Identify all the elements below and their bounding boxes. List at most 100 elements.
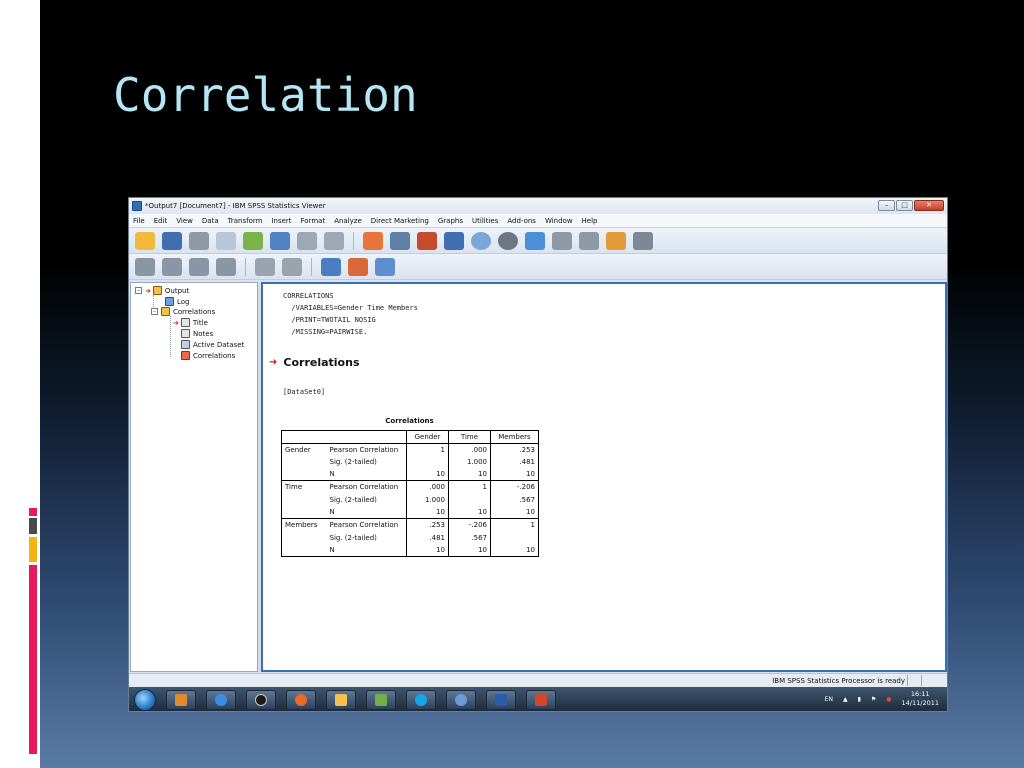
recall-dialog-icon[interactable]	[270, 231, 290, 250]
undo-icon[interactable]	[297, 231, 317, 250]
menu-data[interactable]: Data	[202, 217, 219, 225]
table-cell: .000	[448, 443, 491, 456]
signal-icon[interactable]: ▮	[858, 696, 861, 703]
internet-explorer-icon[interactable]	[206, 689, 236, 710]
redo-icon[interactable]	[324, 231, 344, 250]
log-icon	[165, 297, 174, 306]
insert-cases-icon[interactable]	[417, 231, 437, 250]
menu-add-ons[interactable]: Add-ons	[507, 217, 536, 225]
goto-case-icon[interactable]	[363, 231, 383, 250]
start-button[interactable]	[134, 688, 156, 711]
tree-item-notes[interactable]: Notes	[181, 329, 213, 338]
insert-heading-icon[interactable]	[321, 257, 341, 276]
minimize-button[interactable]: –	[878, 200, 895, 211]
outline-pane[interactable]: – ➜ Output Log – Correlations ➜ Title No…	[130, 282, 258, 672]
syntax-block: CORRELATIONS /VARIABLES=Gender Time Memb…	[283, 292, 418, 336]
export-icon[interactable]	[243, 231, 263, 250]
network-icon[interactable]	[366, 689, 396, 710]
spss-app-icon	[132, 201, 142, 211]
menu-graphs[interactable]: Graphs	[438, 217, 463, 225]
menu-transform[interactable]: Transform	[228, 217, 263, 225]
collapse-toggle[interactable]: –	[151, 308, 158, 315]
row-label: N	[326, 468, 407, 482]
status-panel	[921, 675, 935, 686]
tree-item-log[interactable]: Log	[165, 297, 190, 306]
maximize-button[interactable]: □	[896, 200, 913, 211]
section-heading[interactable]: ➜ Correlations	[269, 356, 360, 369]
table-row: Sig. (2-tailed) 1.000 .567	[281, 493, 539, 507]
collapse-toggle[interactable]: –	[135, 287, 142, 294]
table-cell: 1	[490, 518, 539, 532]
menu-file[interactable]: File	[133, 217, 145, 225]
title-bar[interactable]: *Output7 [Document7] - IBM SPSS Statisti…	[129, 198, 947, 214]
hide-icon[interactable]	[282, 257, 302, 276]
table-row: Sig. (2-tailed) .481 .567	[281, 531, 539, 544]
table-cell: 10	[406, 468, 449, 482]
menu-bar: File Edit View Data Transform Insert For…	[129, 214, 947, 228]
hide-output-icon[interactable]	[498, 231, 518, 250]
open-icon[interactable]	[135, 231, 155, 250]
insert-heading-icon[interactable]	[552, 231, 572, 250]
show-output-icon[interactable]	[471, 231, 491, 250]
insert-text-icon[interactable]	[606, 231, 626, 250]
collapse-icon[interactable]	[216, 257, 236, 276]
run-script-icon[interactable]	[633, 231, 653, 250]
tree-item-title[interactable]: ➜ Title	[173, 318, 208, 327]
table-cell: 1.000	[448, 455, 491, 469]
hp-icon[interactable]	[246, 689, 276, 710]
menu-direct-marketing[interactable]: Direct Marketing	[371, 217, 429, 225]
close-button[interactable]: ✕	[914, 200, 944, 211]
tree-item-active-dataset[interactable]: Active Dataset	[181, 340, 244, 349]
forward-icon[interactable]	[162, 257, 182, 276]
flag-icon[interactable]: ⚑	[871, 696, 876, 703]
menu-help[interactable]: Help	[582, 217, 598, 225]
output-pane[interactable]: CORRELATIONS /VARIABLES=Gender Time Memb…	[261, 282, 947, 672]
menu-format[interactable]: Format	[301, 217, 326, 225]
goto-variable-icon[interactable]	[390, 231, 410, 250]
table-cell: -.206	[448, 518, 491, 532]
variables-icon[interactable]	[444, 231, 464, 250]
row-label: N	[326, 506, 407, 520]
tree-item-correlations-table[interactable]: Correlations	[181, 351, 235, 360]
expand-icon[interactable]	[189, 257, 209, 276]
print-icon[interactable]	[189, 231, 209, 250]
table-cell	[490, 531, 539, 544]
print-preview-icon[interactable]	[216, 231, 236, 250]
menu-analyze[interactable]: Analyze	[334, 217, 362, 225]
tray-expand-icon[interactable]: ▲	[843, 696, 848, 703]
word-icon[interactable]	[486, 689, 516, 710]
show-icon[interactable]	[255, 257, 275, 276]
correlations-table[interactable]: Gender Time Members Gender Pearson Corre…	[281, 430, 539, 557]
insert-chart-icon[interactable]	[348, 257, 368, 276]
tree-item-correlations[interactable]: – Correlations	[151, 307, 215, 316]
insert-text-icon[interactable]	[375, 257, 395, 276]
clock[interactable]: 16:11 14/11/2011	[902, 690, 939, 708]
output-book-icon	[152, 286, 162, 295]
menu-view[interactable]: View	[176, 217, 193, 225]
spss-icon[interactable]	[446, 689, 476, 710]
dataset-label: [DataSet0]	[283, 388, 326, 396]
tree-item-output[interactable]: – ➜ Output	[135, 286, 189, 295]
firefox-icon[interactable]	[286, 689, 316, 710]
menu-edit[interactable]: Edit	[154, 217, 168, 225]
menu-insert[interactable]: Insert	[271, 217, 291, 225]
menu-utilities[interactable]: Utilities	[472, 217, 498, 225]
row-label: Pearson Correlation	[329, 521, 399, 530]
file-explorer-icon[interactable]	[326, 689, 356, 710]
table-row: Members Pearson Correlation .253 -.206 1	[281, 518, 539, 532]
back-icon[interactable]	[135, 257, 155, 276]
save-icon[interactable]	[162, 231, 182, 250]
designate-window-icon[interactable]	[525, 231, 545, 250]
powerpoint-icon[interactable]	[526, 689, 556, 710]
skype-icon[interactable]	[406, 689, 436, 710]
battery-icon[interactable]: ●	[886, 696, 891, 703]
table-cell: 1	[406, 443, 449, 456]
table-cell: 10	[448, 543, 491, 557]
language-indicator[interactable]: EN	[825, 696, 833, 703]
table-cell: 10	[448, 468, 491, 482]
table-cell: 1	[448, 480, 491, 494]
arrow-icon: ➜	[173, 318, 179, 327]
media-player-icon[interactable]	[166, 689, 196, 710]
menu-window[interactable]: Window	[545, 217, 573, 225]
insert-title-icon[interactable]	[579, 231, 599, 250]
